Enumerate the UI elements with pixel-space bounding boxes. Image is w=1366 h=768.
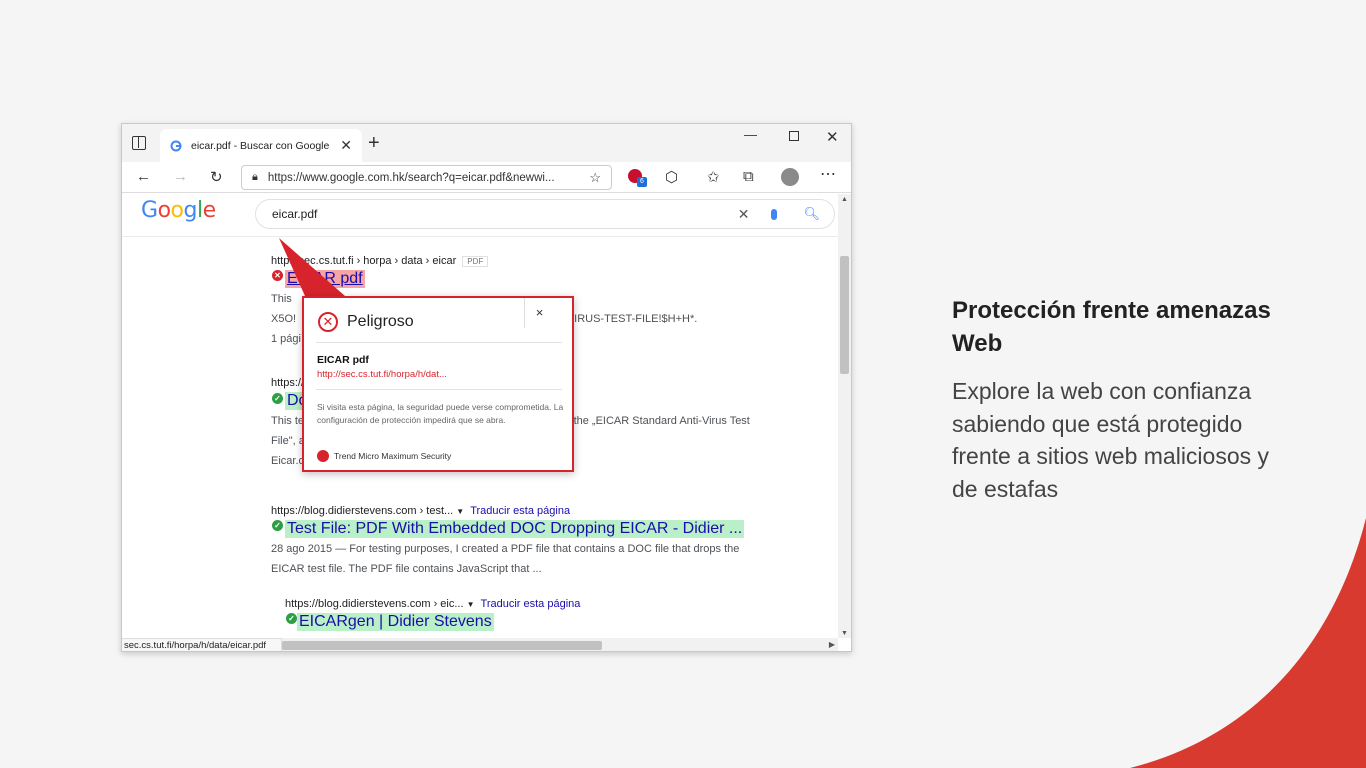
address-url: https://www.google.com.hk/search?q=eicar… (267, 171, 555, 184)
divider (316, 389, 562, 390)
popup-pointer-arrow (279, 238, 345, 296)
voice-search-mic-icon[interactable] (771, 208, 778, 220)
divider (316, 342, 562, 343)
translate-link[interactable]: Traducir esta página (470, 505, 570, 517)
tab-title: eicar.pdf - Buscar con Google (191, 139, 330, 152)
popup-message: Si visita esta página, la seguridad pued… (317, 402, 564, 425)
favorites-icon[interactable]: ✩ (707, 168, 720, 186)
google-favicon-icon (170, 140, 182, 151)
forward-arrow-icon[interactable]: → (173, 168, 188, 185)
horizontal-scrollbar[interactable]: ▶ (282, 638, 838, 651)
collections-icon[interactable]: ⧉ (743, 168, 754, 185)
search-result-4: https://blog.didierstevens.com › eic... … (285, 598, 580, 631)
safe-site-check-icon[interactable]: ✓ (272, 393, 283, 404)
trend-micro-logo-icon (317, 450, 329, 462)
scroll-up-arrow-icon[interactable]: ▲ (841, 196, 848, 203)
profile-avatar[interactable] (781, 168, 799, 186)
translate-link[interactable]: Traducir esta página (481, 598, 581, 610)
cite-dropdown-icon[interactable]: ▼ (456, 507, 464, 516)
feature-title: Protección frente amenazas Web (952, 297, 1271, 357)
danger-warning-popup: × ✕ Peligroso EICAR pdf http://sec.cs.tu… (302, 296, 574, 472)
add-favorite-star-icon[interactable]: ☆ (589, 170, 601, 186)
popup-site-url: http://sec.cs.tut.fi/horpa/h/dat... (317, 369, 447, 380)
google-logo[interactable]: Google (141, 198, 216, 223)
vertical-scroll-thumb[interactable] (840, 256, 849, 374)
popup-site-name: EICAR pdf (317, 354, 369, 366)
new-tab-button[interactable]: + (368, 132, 380, 155)
browser-tab[interactable]: eicar.pdf - Buscar con Google ✕ (160, 129, 362, 162)
result-cite[interactable]: https://blog.didierstevens.com › eic... … (285, 598, 580, 610)
maximize-button[interactable] (789, 131, 799, 141)
scroll-down-arrow-icon[interactable]: ▼ (841, 630, 848, 637)
vertical-scrollbar[interactable]: ▲ ▼ (838, 194, 851, 638)
minimize-button[interactable]: — (744, 127, 757, 142)
address-bar[interactable]: 🔒︎ https://www.google.com.hk/search?q=ei… (241, 165, 612, 190)
back-arrow-icon[interactable]: ← (136, 168, 151, 185)
extension-count-badge: 6 (637, 177, 647, 187)
close-window-button[interactable]: ✕ (826, 128, 839, 146)
popup-close-button[interactable]: × (524, 298, 554, 328)
status-bar-url: sec.cs.tut.fi/horpa/h/data/eicar.pdf (122, 638, 282, 651)
result-snippet-line: EICAR test file. The PDF file contains J… (271, 563, 542, 575)
feature-description: Explore la web con confianza sabiendo qu… (952, 378, 1270, 502)
tab-actions-icon[interactable] (132, 136, 146, 150)
search-magnifier-icon[interactable]: 🔍︎ (803, 206, 820, 222)
popup-heading: ✕ Peligroso (318, 312, 414, 332)
safe-site-check-icon[interactable]: ✓ (272, 520, 283, 531)
search-query[interactable]: eicar.pdf (272, 207, 738, 221)
browser-toolbar: ← → ↻ 🔒︎ https://www.google.com.hk/searc… (122, 162, 851, 193)
result-title-link[interactable]: Test File: PDF With Embedded DOC Droppin… (285, 520, 745, 538)
title-bar: eicar.pdf - Buscar con Google ✕ + — ✕ (122, 124, 851, 162)
danger-x-circle-icon: ✕ (318, 312, 338, 332)
tab-close-icon[interactable]: ✕ (340, 137, 352, 154)
more-menu-icon[interactable]: ⋯ (820, 164, 836, 184)
popup-brand: Trend Micro Maximum Security (317, 450, 451, 462)
reload-icon[interactable]: ↻ (210, 168, 223, 186)
browser-window: eicar.pdf - Buscar con Google ✕ + — ✕ ← … (121, 123, 852, 652)
scroll-right-arrow-icon[interactable]: ▶ (829, 640, 835, 649)
result-cite[interactable]: https://blog.didierstevens.com › test...… (271, 505, 744, 517)
clear-search-icon[interactable]: ✕ (738, 206, 750, 223)
cite-dropdown-icon[interactable]: ▼ (467, 600, 475, 609)
page-viewport: Google eicar.pdf ✕ 🔍︎ http://sec.cs.tut.… (122, 194, 851, 651)
search-result-3: https://blog.didierstevens.com › test...… (271, 505, 745, 578)
google-search-box[interactable]: eicar.pdf ✕ 🔍︎ (255, 199, 835, 229)
horizontal-scroll-thumb[interactable] (282, 641, 602, 650)
lock-icon[interactable]: 🔒︎ (252, 171, 258, 184)
google-header: Google eicar.pdf ✕ 🔍︎ (122, 194, 851, 237)
result-title-link[interactable]: EICARgen | Didier Stevens (297, 613, 494, 631)
extensions-puzzle-icon[interactable]: ⬡ (665, 168, 678, 186)
pdf-tag: PDF (462, 256, 489, 267)
result-snippet-line: 28 ago 2015 — For testing purposes, I cr… (271, 543, 740, 555)
safe-site-check-icon[interactable]: ✓ (286, 613, 297, 624)
